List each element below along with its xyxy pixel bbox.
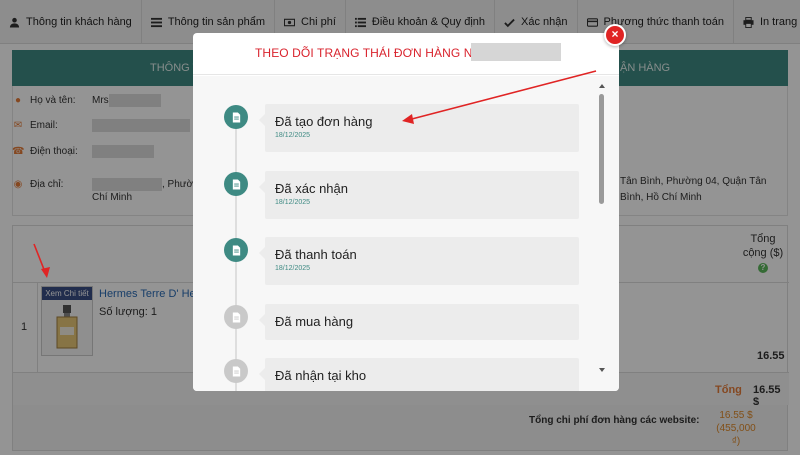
timeline-step: Đã tạo đơn hàng 18/12/2025 — [193, 104, 593, 155]
modal-title: THEO DÕI TRẠNG THÁI ĐƠN HÀNG NO. — [255, 46, 486, 60]
status-timeline[interactable]: Đã tạo đơn hàng 18/12/2025 Đã xác nhận 1… — [193, 76, 619, 391]
close-modal-button[interactable]: × — [604, 24, 626, 46]
timeline-step: Đã thanh toán 18/12/2025 — [193, 237, 593, 288]
status-date: 18/12/2025 — [275, 132, 311, 139]
scroll-up-arrow-icon[interactable] — [599, 84, 605, 88]
status-date: 18/12/2025 — [275, 265, 311, 272]
document-icon — [224, 105, 248, 129]
redacted-order-number — [471, 43, 561, 61]
document-icon — [224, 305, 248, 329]
status-card: Đã tạo đơn hàng 18/12/2025 — [259, 104, 579, 152]
status-title: Đã nhận tại kho — [275, 368, 367, 383]
status-title: Đã xác nhận — [275, 181, 348, 196]
status-card: Đã mua hàng — [259, 304, 579, 340]
scrollbar[interactable] — [597, 82, 607, 374]
status-card: Đã nhận tại kho — [259, 358, 579, 391]
status-card: Đã thanh toán 18/12/2025 — [259, 237, 579, 285]
modal-header: THEO DÕI TRẠNG THÁI ĐƠN HÀNG NO. — [193, 33, 619, 75]
status-card: Đã xác nhận 18/12/2025 — [259, 171, 579, 219]
status-date: 18/12/2025 — [275, 199, 311, 206]
timeline-step: Đã nhận tại kho — [193, 358, 593, 391]
document-icon — [224, 359, 248, 383]
status-title: Đã thanh toán — [275, 247, 357, 262]
timeline-step: Đã mua hàng — [193, 304, 593, 355]
timeline-step: Đã xác nhận 18/12/2025 — [193, 171, 593, 222]
status-title: Đã tạo đơn hàng — [275, 114, 373, 129]
status-title: Đã mua hàng — [275, 314, 354, 329]
scrollbar-thumb[interactable] — [599, 94, 604, 204]
document-icon — [224, 172, 248, 196]
scroll-down-arrow-icon[interactable] — [599, 368, 605, 372]
order-status-modal: THEO DÕI TRẠNG THÁI ĐƠN HÀNG NO. Đã tạo … — [193, 33, 619, 391]
document-icon — [224, 238, 248, 262]
